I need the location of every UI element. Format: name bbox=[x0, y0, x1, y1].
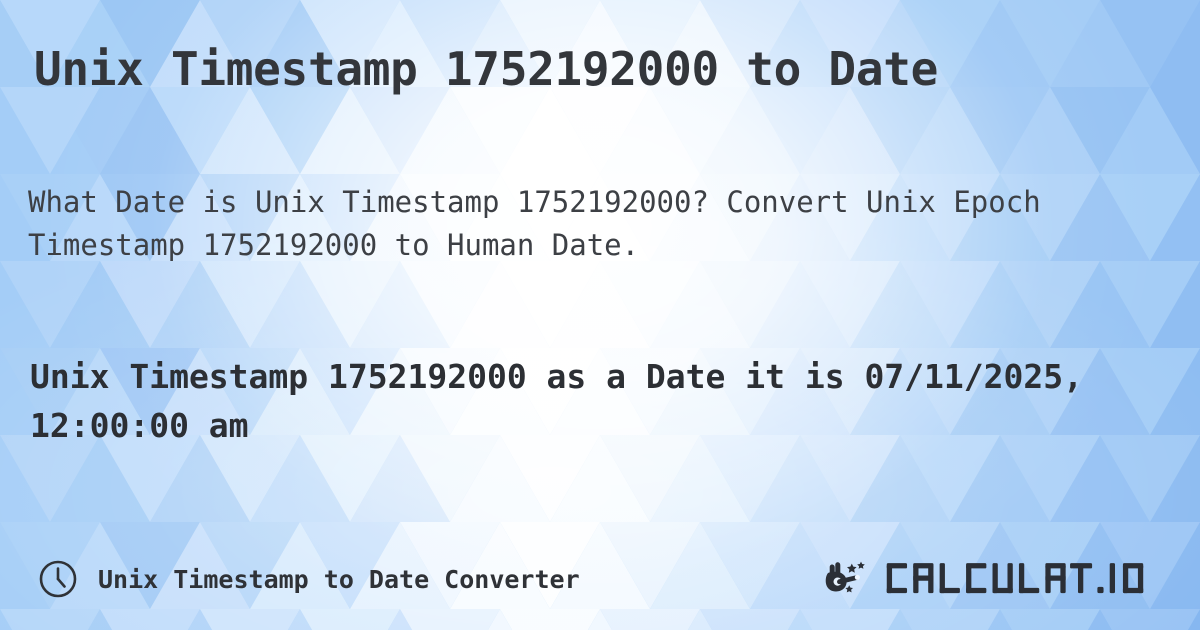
brand-wordmark bbox=[886, 563, 1144, 594]
footer: Unix Timestamp to Date Converter bbox=[0, 548, 1200, 610]
conversion-result-text: Unix Timestamp 1752192000 as a Date it i… bbox=[30, 357, 1083, 445]
content-area: Unix Timestamp 1752192000 to Date What D… bbox=[0, 0, 1200, 630]
footer-converter-label: Unix Timestamp to Date Converter bbox=[98, 564, 580, 594]
brand-logo[interactable] bbox=[825, 548, 1167, 610]
page-title: Unix Timestamp 1752192000 to Date bbox=[34, 42, 939, 96]
magic-wand-hand-icon bbox=[825, 561, 865, 593]
page-description: What Date is Unix Timestamp 1752192000? … bbox=[28, 185, 1041, 262]
footer-converter-link[interactable]: Unix Timestamp to Date Converter bbox=[38, 548, 580, 610]
clock-icon bbox=[39, 560, 77, 598]
og-image-canvas: Unix Timestamp 1752192000 to Date What D… bbox=[0, 0, 1200, 630]
